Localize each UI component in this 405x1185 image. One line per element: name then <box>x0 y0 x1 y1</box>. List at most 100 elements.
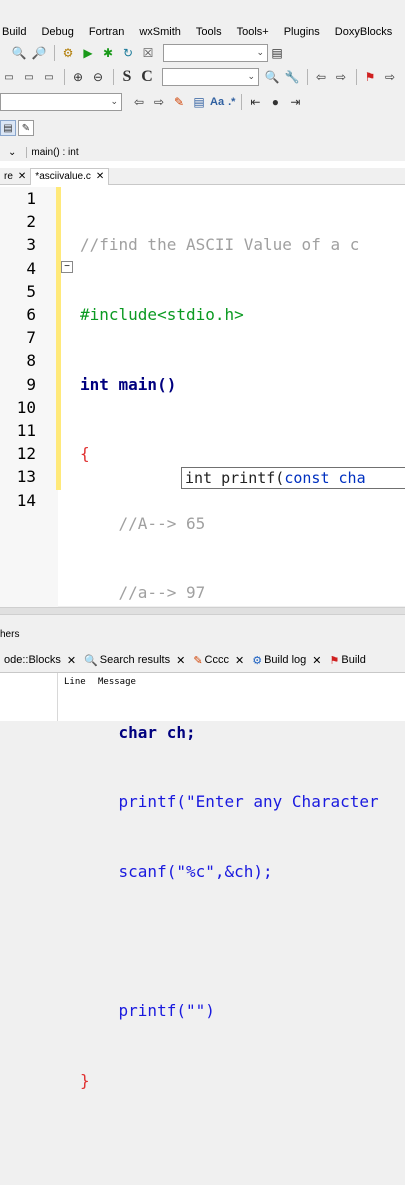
tab-codeblocks[interactable]: ode::Blocks ✕ <box>0 650 80 670</box>
close-icon[interactable]: ✕ <box>235 654 244 667</box>
pane-splitter[interactable] <box>0 607 405 615</box>
bookmark-icon[interactable]: ▤ <box>0 120 16 136</box>
abort-icon[interactable]: ☒ <box>139 44 157 62</box>
tab-label: *asciivalue.c <box>35 171 91 182</box>
column-header-message[interactable]: Message <box>98 677 136 687</box>
replace-icon[interactable]: 🔎 <box>30 44 48 62</box>
calltip-params: const cha <box>284 469 366 487</box>
scope-select[interactable]: ⌄ <box>0 93 122 111</box>
chevron-down-icon: ⌄ <box>110 96 118 106</box>
logs-title: hers <box>0 629 405 645</box>
tab-build-log[interactable]: ⚙ Build log ✕ <box>248 650 325 670</box>
column-header-line[interactable]: Line <box>64 677 86 687</box>
tab-search-results[interactable]: 🔍 Search results ✕ <box>80 650 189 670</box>
target-settings-icon[interactable]: ▤ <box>268 44 286 62</box>
c-button[interactable]: C <box>138 68 156 86</box>
tab-label: Build log <box>264 654 307 666</box>
tab-build-messages[interactable]: ⚑ Build <box>326 650 370 670</box>
selected-text-icon[interactable]: ▤ <box>190 93 208 111</box>
line-number: 8 <box>26 351 36 371</box>
note-icon[interactable]: ✎ <box>18 120 34 136</box>
back-arrow-icon[interactable]: ⇦ <box>130 93 148 111</box>
close-icon[interactable]: ✕ <box>312 654 321 667</box>
line-number: 13 <box>16 467 36 487</box>
line-number: 11 <box>16 421 36 441</box>
block-icon-2[interactable]: ▭ <box>20 68 38 86</box>
menu-tools-plus[interactable]: Tools+ <box>237 26 269 38</box>
build-target-select[interactable]: ⌄ <box>163 44 268 62</box>
tab-label: Cccc <box>204 654 229 666</box>
code-line: //A--> 65 <box>80 513 206 533</box>
line-numbers: 1 2 3 4 5 6 7 8 9 10 11 12 13 14 <box>0 187 36 512</box>
line-number: 6 <box>26 305 36 325</box>
menu-fortran[interactable]: Fortran <box>89 26 124 38</box>
breakpoint-icon[interactable]: ● <box>266 93 284 111</box>
toolbar-row-2: ▭ ▭ ▭ ⊕ ⊖ S C ⌄ 🔍 🔧 ⇦ ⇨ ⚑ ⇨ <box>0 67 405 87</box>
next-icon[interactable]: ⇨ <box>381 68 399 86</box>
toolbar-row-4: ▤ ✎ <box>0 120 405 136</box>
fold-toggle-icon[interactable]: − <box>61 261 73 273</box>
regex-button[interactable]: .* <box>228 93 235 111</box>
block-icon[interactable]: ▭ <box>0 68 18 86</box>
close-icon[interactable]: ✕ <box>67 654 76 667</box>
menu-plugins[interactable]: Plugins <box>284 26 320 38</box>
tab-label: Build <box>341 654 366 666</box>
tab-other[interactable]: re ✕ <box>0 168 30 184</box>
find-icon[interactable]: 🔍 <box>263 68 281 86</box>
toolbar-row-1: 🔍 🔎 ⚙ ▶ ✱ ↻ ☒ ⌄ ▤ <box>0 43 405 63</box>
run-icon[interactable]: ▶ <box>79 44 97 62</box>
menu-doxyblocks[interactable]: DoxyBlocks <box>335 26 392 38</box>
zoom-out-icon[interactable]: ⊖ <box>89 68 107 86</box>
calltip-prefix: int printf( <box>185 469 285 487</box>
menu-build[interactable]: Build <box>2 26 26 38</box>
close-icon[interactable]: ✕ <box>176 654 185 667</box>
toolbar-separator <box>356 69 357 85</box>
zoom-in-icon[interactable]: ⊕ <box>69 68 87 86</box>
line-number: 2 <box>26 212 36 232</box>
chevron-down-icon: ⌄ <box>256 47 264 57</box>
rebuild-icon[interactable]: ↻ <box>119 44 137 62</box>
code-line: { <box>80 444 90 464</box>
toolbar-separator <box>54 45 55 61</box>
tab-label: re <box>4 170 13 182</box>
menu-tools[interactable]: Tools <box>196 26 222 38</box>
function-select[interactable]: main() : int <box>26 146 79 158</box>
column-divider[interactable] <box>57 673 58 721</box>
close-icon[interactable]: ✕ <box>18 171 26 182</box>
flag-icon[interactable]: ⚑ <box>361 68 379 86</box>
search-icon[interactable]: 🔍 <box>10 44 28 62</box>
forward-arrow-icon[interactable]: ⇨ <box>332 68 350 86</box>
step-forward-icon[interactable]: ⇥ <box>286 93 304 111</box>
chevron-down-icon: ⌄ <box>247 71 255 81</box>
menu-debug[interactable]: Debug <box>41 26 73 38</box>
highlight-icon[interactable]: ✎ <box>170 93 188 111</box>
menu-bar: Build Debug Fortran wxSmith Tools Tools+… <box>0 22 405 42</box>
build-and-run-icon[interactable]: ✱ <box>99 44 117 62</box>
flag-icon: ⚑ <box>329 654 340 667</box>
back-arrow-icon[interactable]: ⇦ <box>312 68 330 86</box>
pencil-icon: ✎ <box>193 654 203 667</box>
code-line: printf("") <box>80 1000 215 1020</box>
code-line: int main() <box>80 374 177 394</box>
tab-asciivalue[interactable]: *asciivalue.c ✕ <box>30 167 110 185</box>
toolbar-separator <box>241 94 243 110</box>
wrench-icon[interactable]: 🔧 <box>283 68 301 86</box>
chevron-down-icon[interactable]: ⌄ <box>8 147 16 158</box>
search-combo[interactable]: ⌄ <box>162 68 259 86</box>
block-icon-3[interactable]: ▭ <box>40 68 58 86</box>
gear-icon[interactable]: ⚙ <box>59 44 77 62</box>
forward-arrow-icon[interactable]: ⇨ <box>150 93 168 111</box>
code-line: scanf("%c",&ch); <box>80 861 273 881</box>
step-back-icon[interactable]: ⇤ <box>246 93 264 111</box>
menu-wxsmith[interactable]: wxSmith <box>139 26 181 38</box>
s-button[interactable]: S <box>118 68 136 86</box>
tab-cccc[interactable]: ✎ Cccc ✕ <box>189 650 248 670</box>
close-icon[interactable]: ✕ <box>96 171 104 182</box>
code-line: #include<stdio.h> <box>80 305 244 324</box>
gear-icon: ⚙ <box>252 654 263 667</box>
line-number: 5 <box>26 281 36 301</box>
toolbar-separator <box>113 69 114 85</box>
match-case-button[interactable]: Aa <box>210 93 224 111</box>
line-number: 7 <box>26 328 36 348</box>
